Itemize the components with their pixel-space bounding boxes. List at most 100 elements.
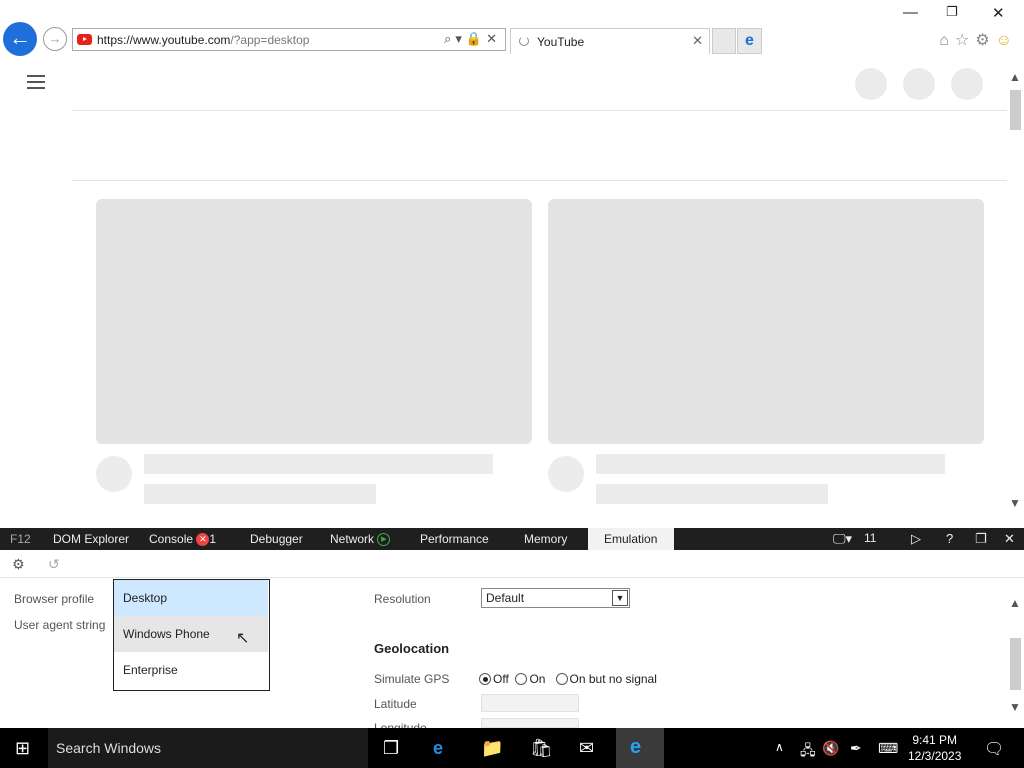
restore-icon[interactable]: ❐ — [946, 4, 958, 20]
reset-icon[interactable]: ↺ — [48, 556, 60, 573]
devtools-toolbar: F12 DOM Explorer Console ✕ 1 Debugger Net… — [0, 528, 1024, 550]
close-devtools-icon[interactable]: ✕ — [1004, 531, 1015, 547]
home-icon[interactable]: ⌂ — [939, 32, 955, 49]
chevron-up-icon[interactable]: ∧ — [775, 740, 784, 754]
tab-dom-explorer[interactable]: DOM Explorer — [53, 532, 129, 546]
keyboard-icon[interactable]: ⌨ — [878, 740, 898, 757]
tab-emulation[interactable]: Emulation — [588, 528, 674, 550]
gear-icon[interactable]: ⚙ — [975, 32, 995, 49]
emulation-toolbar: ⚙ ↺ — [0, 550, 1024, 578]
gps-radio-group[interactable]: Off On On but no signal — [479, 672, 657, 686]
channel-avatar-placeholder — [96, 456, 132, 492]
title-placeholder — [144, 454, 493, 474]
page-scrollbar[interactable]: ▲ ▼ — [1007, 70, 1024, 515]
placeholder-avatar — [903, 68, 935, 100]
scroll-thumb[interactable] — [1010, 90, 1021, 130]
panel-scrollbar[interactable]: ▲ ▼ — [1007, 590, 1024, 714]
placeholder-avatar — [855, 68, 887, 100]
user-agent-label: User agent string — [14, 618, 106, 632]
play-icon: ▶ — [377, 533, 391, 547]
pen-icon[interactable]: ✒ — [850, 740, 862, 757]
task-view-icon[interactable]: ❐ — [383, 738, 399, 759]
taskbar-clock[interactable]: 9:41 PM 12/3/2023 — [908, 732, 961, 764]
smiley-icon[interactable]: ☺ — [996, 32, 1018, 49]
taskbar-search[interactable]: Search Windows — [48, 728, 368, 768]
mouse-cursor-icon: ↖ — [236, 630, 250, 647]
volume-muted-icon[interactable]: 🔇 — [822, 740, 839, 757]
latitude-label: Latitude — [374, 697, 417, 711]
scroll-up-icon[interactable]: ▲ — [1009, 596, 1021, 610]
menu-icon[interactable] — [27, 75, 45, 93]
tab-performance[interactable]: Performance — [420, 532, 489, 546]
gps-on-radio[interactable]: On — [515, 672, 545, 686]
option-enterprise[interactable]: Enterprise — [114, 652, 268, 688]
mail-icon[interactable]: ✉ — [579, 738, 594, 759]
placeholder-avatar — [951, 68, 983, 100]
minimize-icon[interactable]: — — [903, 4, 918, 21]
scroll-down-icon[interactable]: ▼ — [1009, 496, 1021, 510]
tab-debugger[interactable]: Debugger — [250, 532, 303, 546]
favorites-star-icon[interactable]: ☆ — [955, 32, 975, 49]
resolution-select[interactable]: Default ▼ — [481, 588, 630, 608]
lock-icon[interactable]: 🔒 — [466, 31, 486, 46]
ie-logo-icon: e — [630, 736, 642, 758]
longitude-input[interactable] — [481, 718, 579, 728]
ie-logo-icon[interactable]: e — [737, 28, 762, 54]
ie-taskbar-button[interactable]: e — [616, 728, 664, 768]
settings-icon[interactable]: ⚙ — [12, 556, 25, 573]
edge-icon[interactable]: e — [433, 738, 443, 759]
browser-profile-label: Browser profile — [14, 592, 95, 606]
tab-title: YouTube — [537, 35, 585, 49]
option-desktop[interactable]: Desktop — [114, 580, 268, 616]
close-tab-icon[interactable]: ✕ — [692, 33, 703, 49]
close-window-icon[interactable]: ✕ — [992, 4, 1005, 22]
scroll-up-icon[interactable]: ▲ — [1009, 70, 1021, 84]
tab-console[interactable]: Console ✕ 1 — [149, 532, 216, 547]
loading-spinner-icon — [519, 36, 529, 46]
f12-label: F12 — [10, 532, 31, 546]
undock-icon[interactable]: ❐ — [975, 531, 987, 547]
forward-arrow-icon[interactable]: → — [43, 27, 67, 51]
chevron-down-icon[interactable]: ▼ — [612, 590, 628, 606]
meta-placeholder — [144, 484, 376, 504]
tab-network[interactable]: Network ▶ — [330, 532, 391, 547]
tab-memory[interactable]: Memory — [524, 532, 567, 546]
gps-no-signal-radio[interactable]: On but no signal — [555, 672, 657, 686]
channel-avatar-placeholder — [548, 456, 584, 492]
latitude-input[interactable] — [481, 694, 579, 712]
divider — [72, 180, 1007, 181]
network-icon[interactable]: 🖧 — [800, 740, 816, 764]
back-arrow-icon[interactable]: ← — [3, 22, 37, 56]
windows-taskbar: ⊞ Search Windows ❐ e 📁 🛍 ✉ e ∧ 🖧 🔇 ✒ ⌨ 9… — [0, 728, 1024, 768]
meta-placeholder — [596, 484, 828, 504]
scroll-down-icon[interactable]: ▼ — [1009, 700, 1021, 714]
video-thumbnail-placeholder — [548, 199, 984, 444]
geolocation-header: Geolocation — [374, 641, 450, 656]
store-icon[interactable]: 🛍 — [530, 738, 553, 759]
new-tab-button[interactable] — [712, 28, 736, 54]
monitor-icon[interactable]: 🖵▾ — [833, 531, 852, 547]
divider — [72, 110, 1007, 111]
video-thumbnail-placeholder — [96, 199, 532, 444]
search-icon[interactable]: ⌕ — [444, 31, 455, 46]
help-icon[interactable]: ? — [946, 531, 953, 546]
document-mode[interactable]: 11 — [864, 531, 876, 545]
error-icon: ✕ — [196, 533, 210, 547]
tab-youtube[interactable]: YouTube ✕ — [510, 28, 710, 54]
emulation-panel: ⚙ ↺ Browser profile User agent string De… — [0, 550, 1024, 728]
console-prompt-icon[interactable]: ▷ — [911, 531, 921, 547]
notifications-icon[interactable]: 🗨 — [984, 739, 1004, 759]
dropdown-icon[interactable]: ▾ — [455, 31, 466, 46]
address-bar[interactable]: https://www.youtube.com/?app=desktop ⌕▾🔒… — [72, 28, 506, 51]
scroll-thumb[interactable] — [1010, 638, 1021, 690]
youtube-favicon-icon — [77, 34, 92, 45]
windows-start-icon[interactable]: ⊞ — [15, 738, 30, 759]
webpage-content: ▲ ▼ — [0, 60, 1024, 522]
stop-icon[interactable]: ✕ — [486, 31, 501, 46]
resolution-label: Resolution — [374, 592, 431, 606]
longitude-label: Longitude — [374, 721, 427, 728]
file-explorer-icon[interactable]: 📁 — [481, 738, 503, 759]
title-placeholder — [596, 454, 945, 474]
browser-titlebar: ← → https://www.youtube.com/?app=desktop… — [0, 0, 1024, 60]
gps-off-radio[interactable]: Off — [479, 672, 509, 686]
